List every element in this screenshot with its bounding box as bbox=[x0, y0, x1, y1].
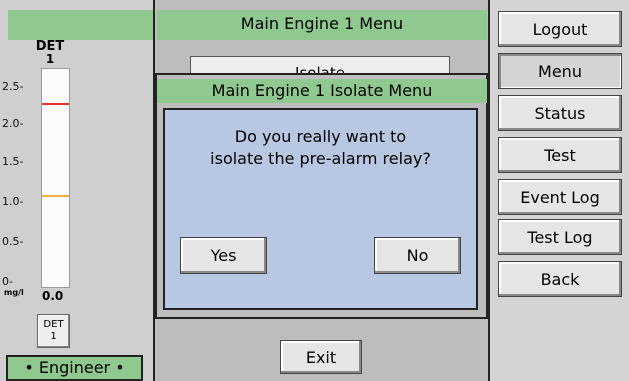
status-button[interactable]: Status bbox=[498, 95, 622, 131]
reading-value: 0.0 bbox=[42, 289, 64, 303]
prealarm-level-line bbox=[42, 195, 69, 197]
detector-number: 1 bbox=[45, 52, 55, 66]
exit-button[interactable]: Exit bbox=[280, 340, 362, 374]
level-gauge bbox=[41, 68, 70, 288]
dialog-message-line: Do you really want to bbox=[234, 127, 407, 146]
test-log-button[interactable]: Test Log bbox=[498, 219, 622, 255]
detector-button-number: 1 bbox=[50, 331, 57, 342]
logout-button[interactable]: Logout bbox=[498, 11, 622, 47]
tick-label: 0.5- bbox=[2, 235, 24, 248]
no-button[interactable]: No bbox=[374, 237, 461, 274]
back-button[interactable]: Back bbox=[498, 261, 622, 297]
user-role-badge: • Engineer • bbox=[6, 355, 143, 381]
tick-label: 1.0- bbox=[2, 195, 24, 208]
dialog-message: Do you really want to isolate the pre-al… bbox=[165, 126, 476, 170]
detector-header bbox=[8, 10, 153, 40]
test-button[interactable]: Test bbox=[498, 137, 622, 173]
detector-button-label: DET bbox=[43, 319, 64, 330]
detector-button[interactable]: DET 1 bbox=[37, 314, 70, 348]
menu-button[interactable]: Menu bbox=[498, 53, 622, 89]
isolate-menu-title: Main Engine 1 Isolate Menu bbox=[157, 79, 487, 103]
unit-label: mg/l bbox=[4, 288, 24, 297]
tick-label: 2.0- bbox=[2, 117, 24, 130]
menu-title: Main Engine 1 Menu bbox=[157, 10, 487, 40]
tick-label: 2.5- bbox=[2, 80, 24, 93]
event-log-button[interactable]: Event Log bbox=[498, 179, 622, 215]
detector-panel bbox=[0, 0, 153, 381]
dialog-message-line: isolate the pre-alarm relay? bbox=[210, 149, 431, 168]
tick-label: 0- bbox=[2, 275, 13, 288]
yes-button[interactable]: Yes bbox=[180, 237, 267, 274]
alarm-level-line bbox=[42, 103, 69, 105]
tick-label: 1.5- bbox=[2, 155, 24, 168]
